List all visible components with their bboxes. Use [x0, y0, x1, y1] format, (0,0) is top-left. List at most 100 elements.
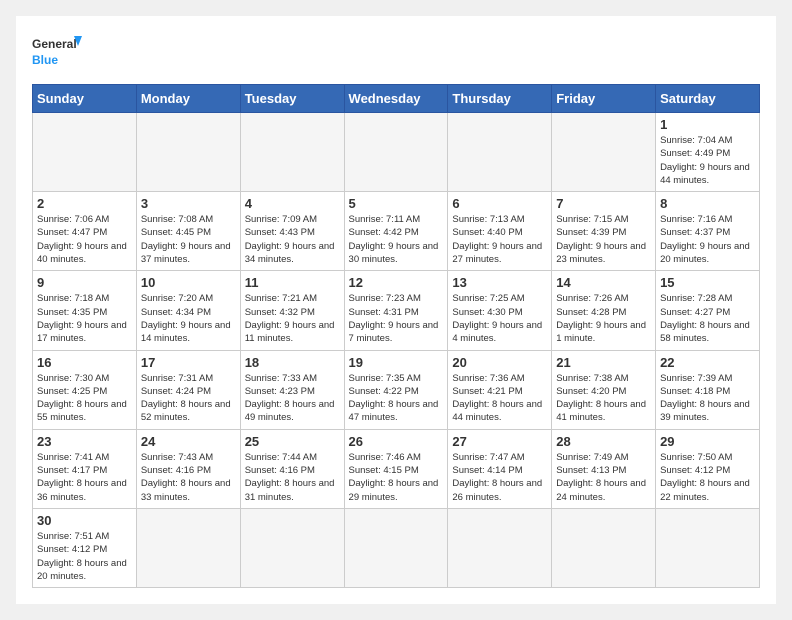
- day-info: Sunrise: 7:18 AM Sunset: 4:35 PM Dayligh…: [37, 292, 132, 345]
- day-info: Sunrise: 7:33 AM Sunset: 4:23 PM Dayligh…: [245, 372, 340, 425]
- day-cell: 20 Sunrise: 7:36 AM Sunset: 4:21 PM Dayli…: [448, 350, 552, 429]
- day-info: Sunrise: 7:04 AM Sunset: 4:49 PM Dayligh…: [660, 134, 755, 187]
- day-cell: [448, 508, 552, 587]
- day-number: 9: [37, 275, 132, 290]
- day-number: 17: [141, 355, 236, 370]
- page-header: General Blue: [32, 32, 760, 76]
- day-number: 6: [452, 196, 547, 211]
- week-row-2: 9 Sunrise: 7:18 AM Sunset: 4:35 PM Daylig…: [33, 271, 760, 350]
- day-cell: 5 Sunrise: 7:11 AM Sunset: 4:42 PM Daylig…: [344, 192, 448, 271]
- day-info: Sunrise: 7:47 AM Sunset: 4:14 PM Dayligh…: [452, 451, 547, 504]
- day-info: Sunrise: 7:31 AM Sunset: 4:24 PM Dayligh…: [141, 372, 236, 425]
- day-cell: [240, 113, 344, 192]
- day-number: 11: [245, 275, 340, 290]
- day-number: 8: [660, 196, 755, 211]
- header-sunday: Sunday: [33, 85, 137, 113]
- calendar-table: SundayMondayTuesdayWednesdayThursdayFrid…: [32, 84, 760, 588]
- day-cell: 3 Sunrise: 7:08 AM Sunset: 4:45 PM Daylig…: [136, 192, 240, 271]
- week-row-0: 1 Sunrise: 7:04 AM Sunset: 4:49 PM Daylig…: [33, 113, 760, 192]
- day-number: 3: [141, 196, 236, 211]
- day-cell: 8 Sunrise: 7:16 AM Sunset: 4:37 PM Daylig…: [656, 192, 760, 271]
- day-info: Sunrise: 7:44 AM Sunset: 4:16 PM Dayligh…: [245, 451, 340, 504]
- day-number: 19: [349, 355, 444, 370]
- day-info: Sunrise: 7:11 AM Sunset: 4:42 PM Dayligh…: [349, 213, 444, 266]
- day-info: Sunrise: 7:21 AM Sunset: 4:32 PM Dayligh…: [245, 292, 340, 345]
- day-number: 7: [556, 196, 651, 211]
- day-cell: 17 Sunrise: 7:31 AM Sunset: 4:24 PM Dayli…: [136, 350, 240, 429]
- day-number: 18: [245, 355, 340, 370]
- day-info: Sunrise: 7:25 AM Sunset: 4:30 PM Dayligh…: [452, 292, 547, 345]
- day-info: Sunrise: 7:20 AM Sunset: 4:34 PM Dayligh…: [141, 292, 236, 345]
- day-number: 20: [452, 355, 547, 370]
- day-info: Sunrise: 7:49 AM Sunset: 4:13 PM Dayligh…: [556, 451, 651, 504]
- day-cell: [344, 113, 448, 192]
- logo-svg: General Blue: [32, 32, 82, 76]
- day-cell: [136, 113, 240, 192]
- day-number: 24: [141, 434, 236, 449]
- day-cell: [33, 113, 137, 192]
- calendar-header-row: SundayMondayTuesdayWednesdayThursdayFrid…: [33, 85, 760, 113]
- day-info: Sunrise: 7:51 AM Sunset: 4:12 PM Dayligh…: [37, 530, 132, 583]
- day-cell: 25Sunrise: 7:44 AM Sunset: 4:16 PM Dayli…: [240, 429, 344, 508]
- day-info: Sunrise: 7:08 AM Sunset: 4:45 PM Dayligh…: [141, 213, 236, 266]
- day-number: 23: [37, 434, 132, 449]
- day-number: 21: [556, 355, 651, 370]
- day-cell: 19Sunrise: 7:35 AM Sunset: 4:22 PM Dayli…: [344, 350, 448, 429]
- week-row-1: 2Sunrise: 7:06 AM Sunset: 4:47 PM Daylig…: [33, 192, 760, 271]
- day-cell: [656, 508, 760, 587]
- day-info: Sunrise: 7:39 AM Sunset: 4:18 PM Dayligh…: [660, 372, 755, 425]
- day-info: Sunrise: 7:41 AM Sunset: 4:17 PM Dayligh…: [37, 451, 132, 504]
- day-info: Sunrise: 7:50 AM Sunset: 4:12 PM Dayligh…: [660, 451, 755, 504]
- day-number: 1: [660, 117, 755, 132]
- day-number: 12: [349, 275, 444, 290]
- day-info: Sunrise: 7:09 AM Sunset: 4:43 PM Dayligh…: [245, 213, 340, 266]
- day-info: Sunrise: 7:46 AM Sunset: 4:15 PM Dayligh…: [349, 451, 444, 504]
- day-number: 26: [349, 434, 444, 449]
- day-cell: [552, 113, 656, 192]
- svg-text:General: General: [32, 37, 77, 51]
- day-cell: [344, 508, 448, 587]
- header-tuesday: Tuesday: [240, 85, 344, 113]
- day-info: Sunrise: 7:15 AM Sunset: 4:39 PM Dayligh…: [556, 213, 651, 266]
- day-number: 30: [37, 513, 132, 528]
- day-cell: 13 Sunrise: 7:25 AM Sunset: 4:30 PM Dayli…: [448, 271, 552, 350]
- day-cell: 2Sunrise: 7:06 AM Sunset: 4:47 PM Daylig…: [33, 192, 137, 271]
- day-number: 28: [556, 434, 651, 449]
- day-info: Sunrise: 7:28 AM Sunset: 4:27 PM Dayligh…: [660, 292, 755, 345]
- day-info: Sunrise: 7:26 AM Sunset: 4:28 PM Dayligh…: [556, 292, 651, 345]
- day-cell: [448, 113, 552, 192]
- day-cell: 18 Sunrise: 7:33 AM Sunset: 4:23 PM Dayli…: [240, 350, 344, 429]
- day-number: 5: [349, 196, 444, 211]
- header-wednesday: Wednesday: [344, 85, 448, 113]
- week-row-5: 30 Sunrise: 7:51 AM Sunset: 4:12 PM Dayli…: [33, 508, 760, 587]
- header-thursday: Thursday: [448, 85, 552, 113]
- day-cell: 14 Sunrise: 7:26 AM Sunset: 4:28 PM Dayli…: [552, 271, 656, 350]
- day-info: Sunrise: 7:06 AM Sunset: 4:47 PM Dayligh…: [37, 213, 132, 266]
- day-cell: 6Sunrise: 7:13 AM Sunset: 4:40 PM Daylig…: [448, 192, 552, 271]
- day-cell: 15 Sunrise: 7:28 AM Sunset: 4:27 PM Dayli…: [656, 271, 760, 350]
- day-cell: 12 Sunrise: 7:23 AM Sunset: 4:31 PM Dayli…: [344, 271, 448, 350]
- week-row-3: 16Sunrise: 7:30 AM Sunset: 4:25 PM Dayli…: [33, 350, 760, 429]
- day-number: 29: [660, 434, 755, 449]
- header-friday: Friday: [552, 85, 656, 113]
- day-number: 16: [37, 355, 132, 370]
- day-info: Sunrise: 7:36 AM Sunset: 4:21 PM Dayligh…: [452, 372, 547, 425]
- day-cell: 22 Sunrise: 7:39 AM Sunset: 4:18 PM Dayli…: [656, 350, 760, 429]
- day-cell: [136, 508, 240, 587]
- day-cell: 24 Sunrise: 7:43 AM Sunset: 4:16 PM Dayli…: [136, 429, 240, 508]
- day-info: Sunrise: 7:43 AM Sunset: 4:16 PM Dayligh…: [141, 451, 236, 504]
- day-info: Sunrise: 7:23 AM Sunset: 4:31 PM Dayligh…: [349, 292, 444, 345]
- day-cell: 27Sunrise: 7:47 AM Sunset: 4:14 PM Dayli…: [448, 429, 552, 508]
- day-cell: 16Sunrise: 7:30 AM Sunset: 4:25 PM Dayli…: [33, 350, 137, 429]
- logo: General Blue: [32, 32, 82, 76]
- day-cell: 11 Sunrise: 7:21 AM Sunset: 4:32 PM Dayli…: [240, 271, 344, 350]
- day-number: 14: [556, 275, 651, 290]
- day-cell: 29 Sunrise: 7:50 AM Sunset: 4:12 PM Dayli…: [656, 429, 760, 508]
- day-cell: 1 Sunrise: 7:04 AM Sunset: 4:49 PM Daylig…: [656, 113, 760, 192]
- day-number: 22: [660, 355, 755, 370]
- day-cell: 9 Sunrise: 7:18 AM Sunset: 4:35 PM Daylig…: [33, 271, 137, 350]
- day-number: 15: [660, 275, 755, 290]
- day-number: 13: [452, 275, 547, 290]
- day-info: Sunrise: 7:16 AM Sunset: 4:37 PM Dayligh…: [660, 213, 755, 266]
- svg-text:Blue: Blue: [32, 53, 58, 67]
